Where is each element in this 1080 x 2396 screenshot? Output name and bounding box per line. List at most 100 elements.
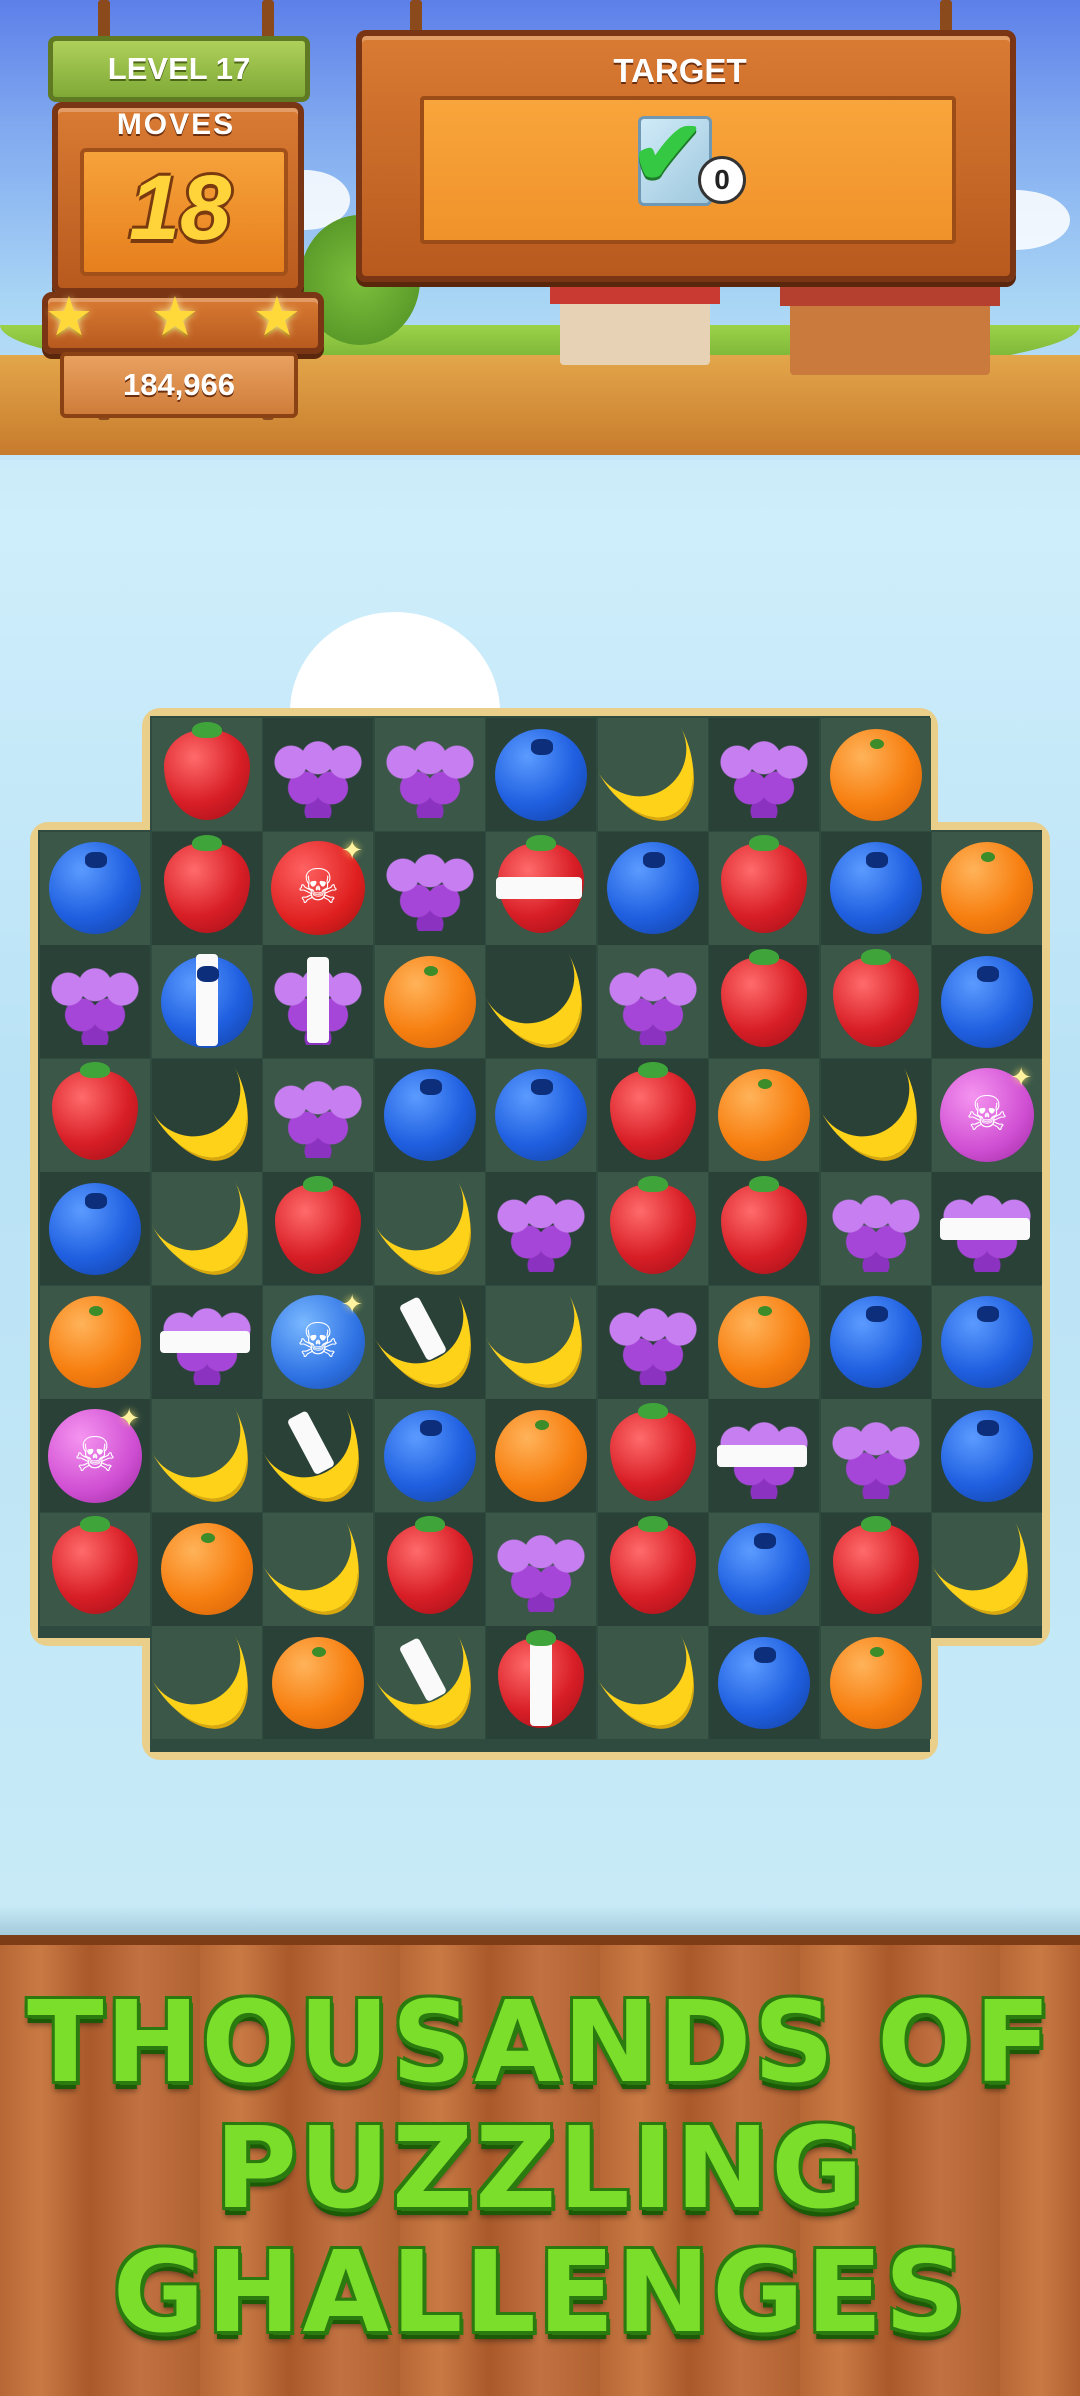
board-cell[interactable] (486, 1172, 596, 1285)
board-cell[interactable] (932, 1285, 1042, 1399)
board-cell[interactable] (597, 945, 708, 1058)
board-cell[interactable] (820, 718, 931, 831)
grapes-icon (273, 731, 363, 818)
stripe-mark (530, 1635, 552, 1726)
board-cell[interactable] (486, 1626, 596, 1739)
board-cell[interactable] (709, 945, 819, 1058)
board-cell[interactable] (820, 1512, 931, 1626)
board-cell[interactable] (151, 1512, 262, 1626)
board-cell[interactable] (367, 1621, 492, 1744)
grapes-icon (50, 958, 140, 1045)
board-cell[interactable] (709, 831, 819, 945)
board-cell[interactable] (263, 1626, 373, 1739)
board-cell[interactable] (709, 1172, 819, 1285)
board-cell[interactable] (820, 1285, 931, 1399)
orange-icon (718, 1069, 810, 1161)
target-label: TARGET (613, 52, 747, 89)
board-cell[interactable] (820, 1172, 931, 1285)
striped-grapes-icon (940, 1185, 1032, 1272)
board-cell[interactable]: ☠ ✦ (263, 1285, 373, 1399)
board-cell[interactable] (263, 1172, 373, 1285)
stripe-mark (398, 1296, 447, 1362)
board-cell[interactable] (151, 831, 262, 945)
board-cell[interactable] (820, 945, 931, 1058)
board-cell[interactable] (486, 718, 596, 831)
board-cell[interactable]: ☠ ✦ (263, 831, 373, 945)
board-cell[interactable] (486, 1512, 596, 1626)
grapes-icon (607, 1299, 698, 1385)
board-cell[interactable] (597, 1058, 708, 1172)
board-cell[interactable] (932, 1399, 1042, 1512)
board-cell[interactable] (367, 1281, 492, 1403)
board-cell[interactable] (151, 945, 262, 1058)
board-cell[interactable] (151, 1285, 262, 1399)
fuse-spark-icon: ✦ (341, 835, 363, 865)
blueberry-icon (383, 1409, 476, 1502)
strawberry-icon (721, 1175, 807, 1274)
level-sign: LEVEL 17 (48, 36, 310, 102)
board-cell[interactable] (374, 831, 485, 945)
board-cell[interactable] (367, 1167, 492, 1290)
board-cell[interactable] (255, 1508, 381, 1630)
board-cell[interactable] (820, 1399, 931, 1512)
board-cell[interactable] (820, 831, 931, 945)
board-cell[interactable] (144, 1621, 269, 1744)
board-cell[interactable]: ☠ ✦ (932, 1058, 1042, 1172)
board-cell[interactable] (597, 1399, 708, 1512)
board-cell[interactable] (813, 1054, 938, 1176)
board-cell[interactable] (932, 1172, 1042, 1285)
board-cell[interactable] (709, 1058, 819, 1172)
board-cell[interactable] (709, 1285, 819, 1399)
board-cell[interactable] (709, 718, 819, 831)
board-cell[interactable] (932, 831, 1042, 945)
board-cell[interactable] (478, 1281, 604, 1403)
board-cell[interactable] (374, 1399, 485, 1512)
board-cell[interactable] (932, 945, 1042, 1058)
board-cell[interactable]: ☠ ✦ (40, 1399, 150, 1512)
board-cell[interactable] (374, 945, 485, 1058)
board-cell[interactable] (144, 1054, 269, 1176)
board-cell[interactable] (709, 1512, 819, 1626)
board-cell[interactable] (478, 940, 604, 1063)
board-cell[interactable] (820, 1626, 931, 1739)
board-cell[interactable] (597, 1172, 708, 1285)
board-cell[interactable] (40, 831, 150, 945)
board-cell[interactable] (144, 1167, 269, 1290)
grapes-icon (384, 731, 475, 818)
red-bomb-icon: ☠ ✦ (271, 835, 365, 935)
board-cell[interactable] (255, 1394, 381, 1517)
board-cell[interactable] (486, 1058, 596, 1172)
strawberry-icon (609, 1062, 696, 1160)
board-cell[interactable] (597, 1285, 708, 1399)
skull-icon: ☠ (965, 1088, 1009, 1141)
board-cell[interactable] (40, 1512, 150, 1626)
board-cell[interactable] (263, 718, 373, 831)
board-cell[interactable] (144, 1394, 269, 1517)
orange-icon (160, 1523, 253, 1615)
board-cell[interactable] (709, 1626, 819, 1739)
board-cell[interactable] (486, 1399, 596, 1512)
board-cell[interactable] (40, 1285, 150, 1399)
board-cell[interactable] (374, 718, 485, 831)
board-cell[interactable] (709, 1399, 819, 1512)
board-cell[interactable] (263, 945, 373, 1058)
banana-icon (478, 940, 604, 1063)
board-cell[interactable] (374, 1512, 485, 1626)
board-cell[interactable] (590, 713, 715, 836)
board-cell[interactable] (40, 1058, 150, 1172)
board-cell[interactable] (597, 1512, 708, 1626)
board-cell[interactable] (263, 1058, 373, 1172)
skull-icon: ☠ (296, 1315, 340, 1368)
board-cell[interactable] (374, 1058, 485, 1172)
board-cell[interactable] (590, 1621, 715, 1744)
board-cell[interactable] (597, 831, 708, 945)
blueberry-icon (495, 728, 587, 821)
board-cell[interactable] (40, 1172, 150, 1285)
striped-grapes-icon (273, 956, 363, 1045)
purple-bomb-icon: ☠ ✦ (940, 1062, 1034, 1162)
board-cell[interactable] (924, 1508, 1050, 1630)
board-cell[interactable] (151, 718, 262, 831)
board-cell[interactable] (486, 831, 596, 945)
blueberry-icon (941, 1409, 1033, 1502)
board-cell[interactable] (40, 945, 150, 1058)
